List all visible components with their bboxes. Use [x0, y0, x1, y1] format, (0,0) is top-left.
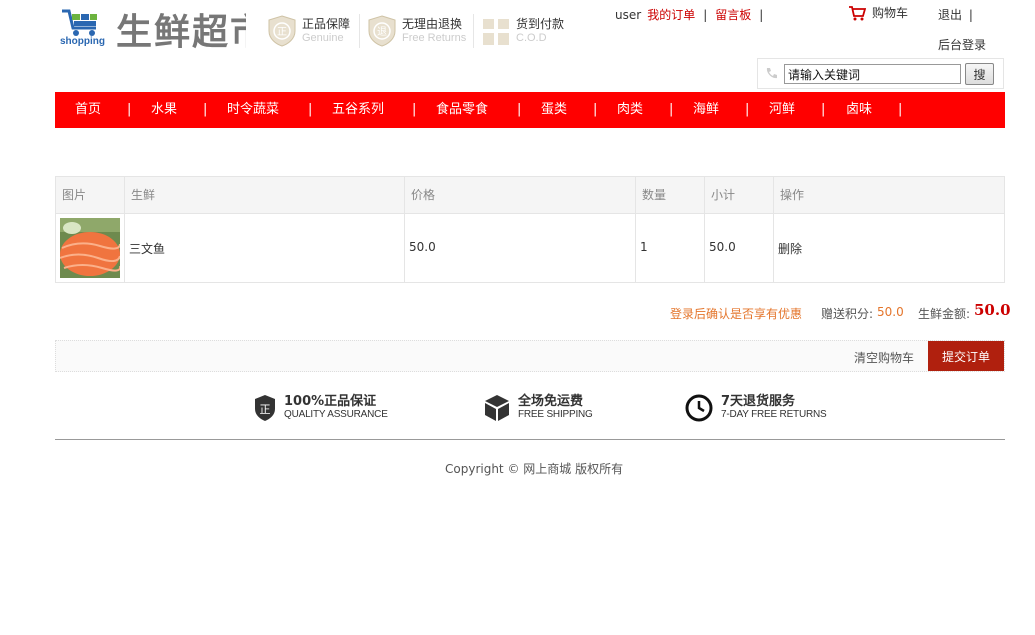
username: user [615, 8, 642, 22]
product-price: 50.0 [409, 240, 436, 254]
clear-cart-button[interactable]: 清空购物车 [854, 349, 914, 366]
shield-zheng-icon: 正 [268, 15, 296, 47]
points-label: 赠送积分: [821, 307, 874, 321]
promise-genuine: 正 正品保障 Genuine [268, 14, 350, 48]
nav-separator: | [127, 102, 132, 117]
column-divider [704, 177, 705, 282]
nav-separator: | [593, 102, 598, 117]
promise-sublabel: Free Returns [402, 32, 467, 44]
shield-tui-icon: 退 [368, 15, 396, 47]
nav-separator: | [745, 102, 750, 117]
cart-label: 购物车 [872, 6, 909, 20]
nav-separator: | [669, 102, 674, 117]
search-button[interactable]: 搜 [965, 63, 994, 85]
top-links: user 我的订单 | 留言板 | [615, 6, 771, 23]
promise-returns: 退 无理由退换 Free Returns [368, 14, 466, 48]
product-image[interactable] [59, 218, 122, 278]
nav-separator: | [203, 102, 208, 117]
promise-label: 货到付款 [516, 17, 565, 31]
phone-icon [765, 67, 778, 83]
nav-item-home[interactable]: 首页 [75, 92, 101, 128]
total-label: 生鲜金额: [918, 307, 971, 321]
column-divider [124, 177, 125, 282]
divider [473, 14, 474, 48]
th-product: 生鲜 [131, 188, 156, 202]
nav-item-vegetables[interactable]: 时令蔬菜 [227, 92, 279, 128]
nav-item-meat[interactable]: 肉类 [617, 92, 643, 128]
promise-cod: 货到付款 C.O.D [482, 14, 564, 48]
admin-login-link[interactable]: 后台登录 [938, 36, 986, 53]
nav-separator: | [821, 102, 826, 117]
nav-item-fruit[interactable]: 水果 [151, 92, 177, 128]
guarantee-label: 100%正品保证 [284, 394, 377, 409]
nav-item-snacks[interactable]: 食品零食 [436, 92, 488, 128]
promise-sublabel: Genuine [302, 32, 344, 44]
box-icon [485, 395, 509, 421]
promo-notice: 登录后确认是否享有优惠 [670, 307, 803, 321]
th-action: 操作 [780, 188, 805, 202]
points-value: 50.0 [877, 305, 904, 319]
separator: | [759, 8, 764, 22]
guarantee-label: 全场免运费 [518, 394, 584, 409]
footer-divider [55, 439, 1005, 440]
nav-separator: | [898, 102, 903, 117]
guarantee-returns: 7天退货服务 7-DAY FREE RETURNS [685, 394, 827, 422]
guarantee-label: 7天退货服务 [721, 394, 796, 409]
nav-item-braised[interactable]: 卤味 [846, 92, 872, 128]
my-orders-link[interactable]: 我的订单 [647, 8, 695, 22]
divider [359, 14, 360, 48]
logout-link[interactable]: 退出 | [938, 6, 973, 23]
site-title[interactable]: 生鲜超市 [116, 10, 246, 54]
nav-item-eggs[interactable]: 蛋类 [541, 92, 567, 128]
copyright: Copyright © 网上商城 版权所有 [445, 462, 624, 476]
message-board-link[interactable]: 留言板 [715, 8, 751, 22]
nav-separator: | [517, 102, 522, 117]
gift-box-icon [483, 19, 509, 45]
product-name[interactable]: 三文鱼 [129, 240, 165, 257]
column-divider [404, 177, 405, 282]
table-header [56, 177, 1004, 213]
guarantee-sublabel: 7-DAY FREE RETURNS [721, 409, 827, 420]
nav-separator: | [412, 102, 417, 117]
delete-link[interactable]: 删除 [778, 240, 802, 257]
logout-label: 退出 [938, 8, 963, 22]
total-amount: 50.0 [974, 301, 1011, 319]
nav-item-river-fish[interactable]: 河鲜 [769, 92, 795, 128]
cart-link[interactable]: 购物车 [848, 4, 908, 21]
th-quantity: 数量 [642, 188, 667, 202]
promise-label: 正品保障 [302, 17, 351, 31]
separator: | [703, 8, 708, 22]
product-subtotal: 50.0 [709, 240, 736, 254]
promise-label: 无理由退换 [402, 17, 463, 31]
svg-text:正: 正 [277, 27, 287, 38]
nav-separator: | [308, 102, 313, 117]
svg-text:正: 正 [260, 403, 271, 416]
logo-text: shopping [60, 36, 105, 47]
th-price: 价格 [411, 188, 436, 202]
cart-icon [849, 5, 866, 20]
clock-icon [685, 394, 713, 422]
guarantee-sublabel: QUALITY ASSURANCE [284, 409, 388, 420]
salmon-photo [59, 218, 122, 278]
guarantee-quality: 正 100%正品保证 QUALITY ASSURANCE [254, 394, 388, 422]
separator: | [968, 8, 973, 22]
svg-text:退: 退 [377, 26, 387, 38]
submit-order-button[interactable]: 提交订单 [928, 341, 1004, 371]
promise-sublabel: C.O.D [516, 32, 547, 44]
nav-item-seafood[interactable]: 海鲜 [693, 92, 719, 128]
th-subtotal: 小计 [711, 188, 736, 202]
row-divider [56, 213, 1004, 214]
guarantee-sublabel: FREE SHIPPING [518, 409, 593, 420]
product-quantity: 1 [640, 240, 648, 254]
guarantee-shipping: 全场免运费 FREE SHIPPING [484, 394, 593, 422]
column-divider [773, 177, 774, 282]
shield-icon: 正 [255, 395, 275, 421]
search-input[interactable] [784, 64, 961, 84]
th-image: 图片 [62, 188, 87, 202]
nav-item-grains[interactable]: 五谷系列 [332, 92, 384, 128]
column-divider [635, 177, 636, 282]
